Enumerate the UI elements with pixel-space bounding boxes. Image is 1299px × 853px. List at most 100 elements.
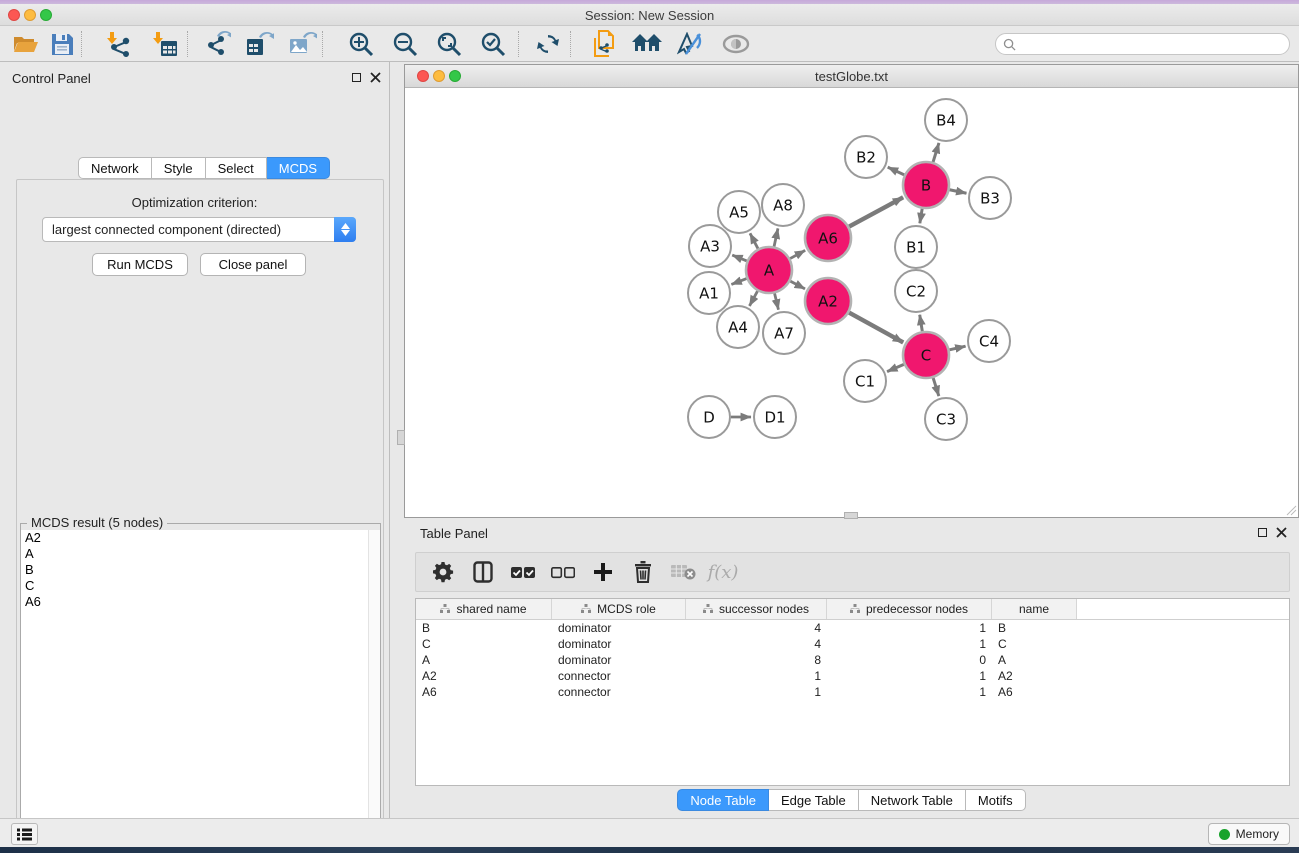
hide-graphics-icon[interactable] <box>672 29 708 59</box>
show-panels-button[interactable] <box>11 823 38 845</box>
open-session-icon[interactable] <box>8 29 44 59</box>
tab-node-table[interactable]: Node Table <box>677 789 769 811</box>
delete-table-icon[interactable] <box>670 559 696 585</box>
edge-A-A8[interactable] <box>774 228 778 246</box>
search-field[interactable] <box>995 33 1290 55</box>
table-row[interactable]: Adominator80A <box>416 652 1289 668</box>
zoom-selected-icon[interactable] <box>475 29 511 59</box>
tab-mcds[interactable]: MCDS <box>267 157 330 179</box>
cell-successor-nodes[interactable]: 8 <box>686 653 827 667</box>
table-row[interactable]: A2connector11A2 <box>416 668 1289 684</box>
refresh-icon[interactable] <box>530 29 566 59</box>
edge-C-C4[interactable] <box>949 346 965 350</box>
cell-shared-name[interactable]: A6 <box>416 685 552 699</box>
edge-C-C2[interactable] <box>920 315 923 332</box>
node-C4[interactable]: C4 <box>968 320 1010 362</box>
mcds-result-item[interactable]: A6 <box>21 594 380 610</box>
node-D1[interactable]: D1 <box>754 396 796 438</box>
node-B2[interactable]: B2 <box>845 136 887 178</box>
tab-motifs[interactable]: Motifs <box>966 789 1026 811</box>
function-builder-icon[interactable]: f(x) <box>710 559 736 585</box>
node-C3[interactable]: C3 <box>925 398 967 440</box>
close-table-panel-icon[interactable] <box>1276 527 1287 538</box>
cell-MCDS-role[interactable]: dominator <box>552 621 686 635</box>
tab-network[interactable]: Network <box>78 157 152 179</box>
search-input[interactable] <box>1021 37 1289 51</box>
tab-network-table[interactable]: Network Table <box>859 789 966 811</box>
node-B1[interactable]: B1 <box>895 226 937 268</box>
edge-A-A1[interactable] <box>731 279 746 285</box>
zoom-fit-icon[interactable] <box>431 29 467 59</box>
select-all-icon[interactable] <box>510 559 536 585</box>
mcds-result-item[interactable]: A <box>21 546 380 562</box>
cell-successor-nodes[interactable]: 1 <box>686 685 827 699</box>
zoom-in-icon[interactable] <box>343 29 379 59</box>
cell-successor-nodes[interactable]: 4 <box>686 621 827 635</box>
edge-B-B3[interactable] <box>950 190 967 193</box>
cell-name[interactable]: C <box>992 637 1077 651</box>
cell-shared-name[interactable]: C <box>416 637 552 651</box>
node-C1[interactable]: C1 <box>844 360 886 402</box>
node-B3[interactable]: B3 <box>969 177 1011 219</box>
edge-B-B4[interactable] <box>933 143 939 162</box>
node-B[interactable]: B <box>903 162 949 208</box>
cell-MCDS-role[interactable]: connector <box>552 669 686 683</box>
float-table-panel-icon[interactable] <box>1258 528 1267 537</box>
column-header-predecessor-nodes[interactable]: predecessor nodes <box>827 599 992 619</box>
tab-edge-table[interactable]: Edge Table <box>769 789 859 811</box>
close-panel-button[interactable]: Close panel <box>200 253 306 276</box>
import-network-icon[interactable] <box>101 29 137 59</box>
show-hide-icon[interactable] <box>718 29 754 59</box>
mcds-result-item[interactable]: C <box>21 578 380 594</box>
tab-style[interactable]: Style <box>152 157 206 179</box>
add-column-icon[interactable] <box>590 559 616 585</box>
edge-A6-B[interactable] <box>849 197 903 226</box>
column-header-MCDS-role[interactable]: MCDS role <box>552 599 686 619</box>
cell-name[interactable]: A <box>992 653 1077 667</box>
float-panel-icon[interactable] <box>352 73 361 82</box>
export-image-icon[interactable] <box>285 29 321 59</box>
memory-button[interactable]: Memory <box>1208 823 1290 845</box>
edge-B-B2[interactable] <box>888 167 905 175</box>
edge-A-A2[interactable] <box>790 281 805 289</box>
cell-MCDS-role[interactable]: connector <box>552 685 686 699</box>
cell-successor-nodes[interactable]: 1 <box>686 669 827 683</box>
run-mcds-button[interactable]: Run MCDS <box>92 253 188 276</box>
tab-select[interactable]: Select <box>206 157 267 179</box>
mcds-result-scrollbar[interactable] <box>368 530 380 853</box>
cell-name[interactable]: B <box>992 621 1077 635</box>
mcds-result-list[interactable]: A2ABCA6 <box>21 530 380 853</box>
column-icon[interactable] <box>470 559 496 585</box>
node-D[interactable]: D <box>688 396 730 438</box>
cell-name[interactable]: A6 <box>992 685 1077 699</box>
home-icon[interactable] <box>629 29 665 59</box>
divider-grip-left[interactable] <box>397 430 405 445</box>
node-C2[interactable]: C2 <box>895 270 937 312</box>
node-A1[interactable]: A1 <box>688 272 730 314</box>
node-A4[interactable]: A4 <box>717 306 759 348</box>
network-canvas[interactable]: B4B2BB3A5A8A6A3B1AA1C2A2A4A7C4CC1C3DD1 <box>405 88 1298 517</box>
zoom-out-icon[interactable] <box>387 29 423 59</box>
node-A3[interactable]: A3 <box>689 225 731 267</box>
table-row[interactable]: Bdominator41B <box>416 620 1289 636</box>
node-A6[interactable]: A6 <box>805 215 851 261</box>
cell-predecessor-nodes[interactable]: 0 <box>827 653 992 667</box>
edge-C-C3[interactable] <box>933 378 939 396</box>
deselect-all-icon[interactable] <box>550 559 576 585</box>
edge-A-A7[interactable] <box>775 293 779 309</box>
cell-MCDS-role[interactable]: dominator <box>552 653 686 667</box>
duplicate-network-icon[interactable] <box>586 29 622 59</box>
column-header-name[interactable]: name <box>992 599 1077 619</box>
node-A2[interactable]: A2 <box>805 278 851 324</box>
edge-C-C1[interactable] <box>887 364 904 371</box>
cell-MCDS-role[interactable]: dominator <box>552 637 686 651</box>
edge-A-A5[interactable] <box>750 233 758 248</box>
node-A5[interactable]: A5 <box>718 191 760 233</box>
node-C[interactable]: C <box>903 332 949 378</box>
node-A[interactable]: A <box>746 247 792 293</box>
export-table-icon[interactable] <box>242 29 278 59</box>
node-A8[interactable]: A8 <box>762 184 804 226</box>
export-network-icon[interactable] <box>200 29 236 59</box>
cell-successor-nodes[interactable]: 4 <box>686 637 827 651</box>
edge-B-B1[interactable] <box>920 209 922 224</box>
